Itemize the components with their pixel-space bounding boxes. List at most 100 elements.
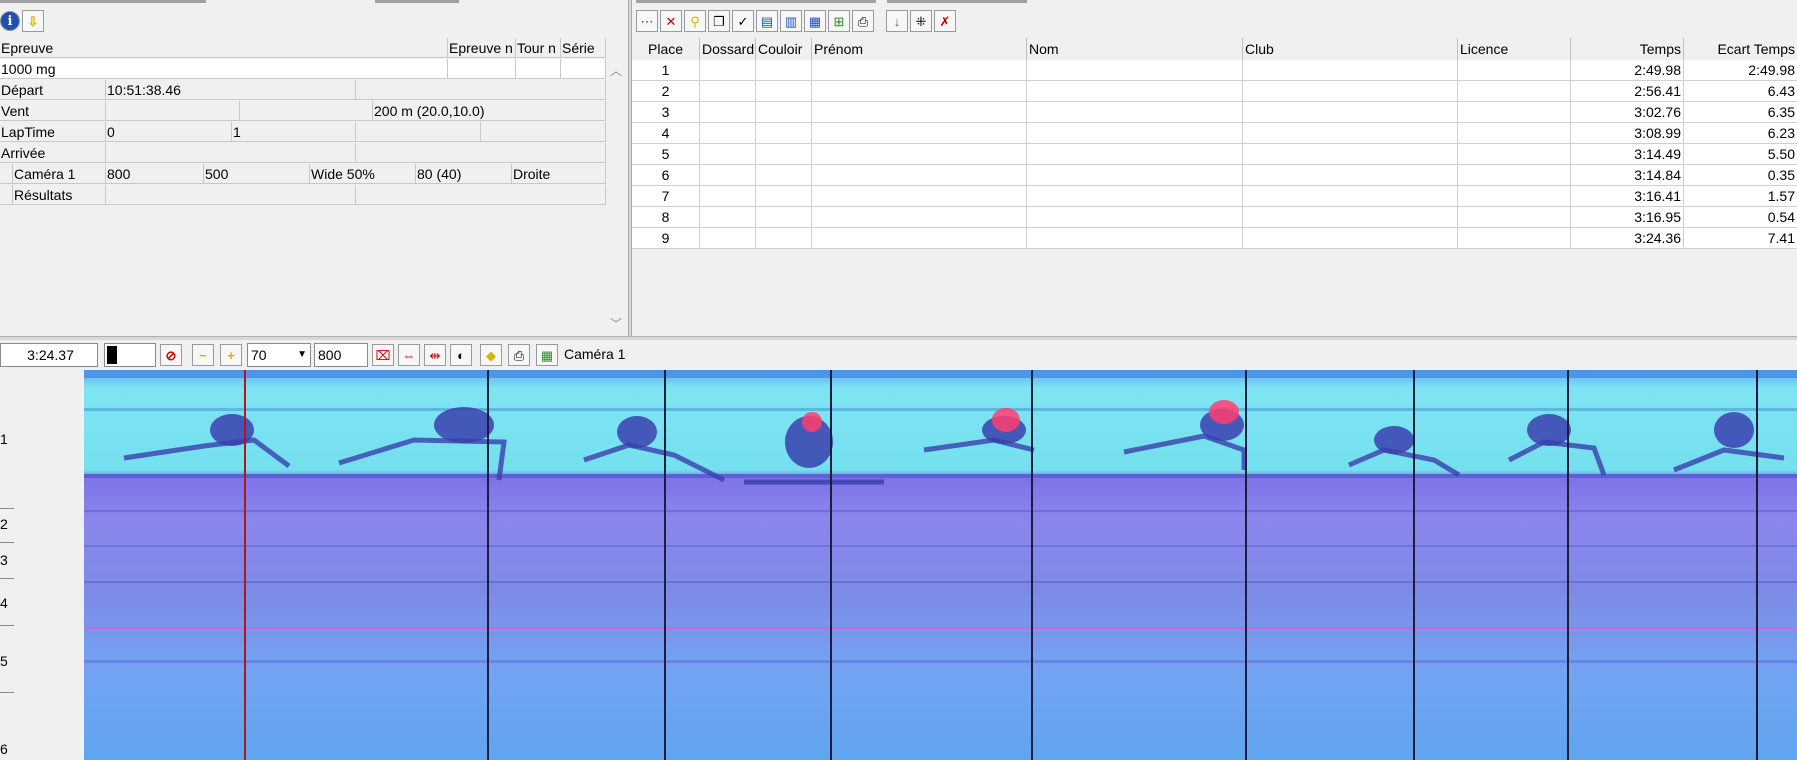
- cell-ecart-temps[interactable]: 0.35: [1684, 165, 1797, 186]
- cell-couloir[interactable]: [756, 186, 812, 207]
- camera-rate[interactable]: 80 (40): [416, 164, 512, 184]
- send-icon[interactable]: ▦: [804, 10, 826, 32]
- cell-club[interactable]: [1243, 207, 1458, 228]
- cursor-line[interactable]: [244, 370, 246, 760]
- cell-place[interactable]: 9: [632, 228, 700, 249]
- cell-licence[interactable]: [1458, 123, 1571, 144]
- finish-time-line[interactable]: [1031, 370, 1033, 760]
- cancel-icon[interactable]: ✗: [934, 10, 956, 32]
- cell-ecart-temps[interactable]: 1.57: [1684, 186, 1797, 207]
- no-entry-icon[interactable]: ⊘: [160, 344, 182, 366]
- finish-time-line[interactable]: [1567, 370, 1569, 760]
- event-row-vent[interactable]: Vent 200 m (20.0,10.0): [0, 101, 606, 121]
- cell-place[interactable]: 6: [632, 165, 700, 186]
- result-row[interactable]: 3 3:02.76 6.35: [632, 102, 1797, 123]
- cell-ecart-temps[interactable]: 2:49.98: [1684, 60, 1797, 81]
- series[interactable]: [561, 59, 606, 79]
- cell-prenom[interactable]: [812, 81, 1027, 102]
- event-scrollbar[interactable]: ︿ ﹀: [606, 58, 626, 336]
- cell-licence[interactable]: [1458, 102, 1571, 123]
- cell-ecart-temps[interactable]: 6.23: [1684, 123, 1797, 144]
- cell-licence[interactable]: [1458, 207, 1571, 228]
- minus-icon[interactable]: −: [192, 344, 214, 366]
- cell-couloir[interactable]: [756, 123, 812, 144]
- tree-icon[interactable]: ⊞: [828, 10, 850, 32]
- cell-club[interactable]: [1243, 228, 1458, 249]
- cell-dossard[interactable]: [700, 60, 756, 81]
- cell-couloir[interactable]: [756, 165, 812, 186]
- cell-couloir[interactable]: [756, 144, 812, 165]
- cell-place[interactable]: 7: [632, 186, 700, 207]
- camera-height[interactable]: 500: [204, 164, 310, 184]
- cell-place[interactable]: 3: [632, 102, 700, 123]
- cell-couloir[interactable]: [756, 81, 812, 102]
- measure-icon[interactable]: ⇹: [424, 344, 446, 366]
- event-row-laptime[interactable]: LapTime 0 1: [0, 122, 606, 142]
- cell-prenom[interactable]: [812, 165, 1027, 186]
- event-row-camera[interactable]: Caméra 1 800 500 Wide 50% 80 (40) Droite: [0, 164, 606, 184]
- cell-nom[interactable]: [1027, 123, 1243, 144]
- finish-time-line[interactable]: [664, 370, 666, 760]
- col-couloir[interactable]: Couloir: [756, 38, 812, 60]
- cell-dossard[interactable]: [700, 144, 756, 165]
- cell-nom[interactable]: [1027, 228, 1243, 249]
- cell-couloir[interactable]: [756, 207, 812, 228]
- cell-nom[interactable]: [1027, 81, 1243, 102]
- cell-temps[interactable]: 3:08.99: [1571, 123, 1684, 144]
- cell-temps[interactable]: 3:16.95: [1571, 207, 1684, 228]
- result-row[interactable]: 2 2:56.41 6.43: [632, 81, 1797, 102]
- cell-club[interactable]: [1243, 123, 1458, 144]
- cell-ecart-temps[interactable]: 6.35: [1684, 102, 1797, 123]
- cell-dossard[interactable]: [700, 102, 756, 123]
- result-row[interactable]: 1 2:49.98 2:49.98: [632, 60, 1797, 81]
- cell-ecart-temps[interactable]: 5.50: [1684, 144, 1797, 165]
- zoom-select[interactable]: 70 ▼: [247, 343, 311, 367]
- finish-time-line[interactable]: [1245, 370, 1247, 760]
- result-row[interactable]: 9 3:24.36 7.41: [632, 228, 1797, 249]
- cell-dossard[interactable]: [700, 207, 756, 228]
- cell-club[interactable]: [1243, 186, 1458, 207]
- col-dossard[interactable]: Dossard: [700, 38, 756, 60]
- cell-prenom[interactable]: [812, 102, 1027, 123]
- cell-licence[interactable]: [1458, 144, 1571, 165]
- col-temps[interactable]: Temps: [1571, 38, 1684, 60]
- cell-nom[interactable]: [1027, 165, 1243, 186]
- export-icon[interactable]: ▥: [780, 10, 802, 32]
- event-row-depart[interactable]: Départ 10:51:38.46: [0, 80, 606, 100]
- finish-time-line[interactable]: [830, 370, 832, 760]
- search-icon[interactable]: ⚲: [684, 10, 706, 32]
- cell-prenom[interactable]: [812, 186, 1027, 207]
- contrast-icon[interactable]: ◐: [450, 344, 472, 366]
- wind-value[interactable]: 200 m (20.0,10.0): [373, 101, 606, 121]
- arrow-down-icon[interactable]: ⇩: [22, 10, 44, 32]
- validate-icon[interactable]: ↓: [886, 10, 908, 32]
- cell-club[interactable]: [1243, 60, 1458, 81]
- cell-couloir[interactable]: [756, 228, 812, 249]
- event-name[interactable]: 1000 mg: [0, 59, 448, 79]
- col-ecart-temps[interactable]: Ecart Temps: [1684, 38, 1797, 60]
- cell-dossard[interactable]: [700, 186, 756, 207]
- cell-dossard[interactable]: [700, 81, 756, 102]
- round-number[interactable]: [516, 59, 561, 79]
- cell-place[interactable]: 5: [632, 144, 700, 165]
- align-icon[interactable]: ⇔: [398, 344, 420, 366]
- cell-prenom[interactable]: [812, 60, 1027, 81]
- col-nom[interactable]: Nom: [1027, 38, 1243, 60]
- cell-prenom[interactable]: [812, 207, 1027, 228]
- event-row-arrivee[interactable]: Arrivée: [0, 143, 606, 163]
- cell-place[interactable]: 8: [632, 207, 700, 228]
- cell-ecart-temps[interactable]: 6.43: [1684, 81, 1797, 102]
- cell-temps[interactable]: 2:56.41: [1571, 81, 1684, 102]
- cell-dossard[interactable]: [700, 123, 756, 144]
- cell-nom[interactable]: [1027, 186, 1243, 207]
- result-row[interactable]: 8 3:16.95 0.54: [632, 207, 1797, 228]
- cell-club[interactable]: [1243, 165, 1458, 186]
- cell-ecart-temps[interactable]: 7.41: [1684, 228, 1797, 249]
- finish-time-line[interactable]: [1756, 370, 1758, 760]
- cell-licence[interactable]: [1458, 186, 1571, 207]
- cell-couloir[interactable]: [756, 60, 812, 81]
- col-club[interactable]: Club: [1243, 38, 1458, 60]
- copy-icon[interactable]: ❐: [708, 10, 730, 32]
- highlight-icon[interactable]: ◆: [480, 344, 502, 366]
- info-icon[interactable]: i: [0, 11, 20, 31]
